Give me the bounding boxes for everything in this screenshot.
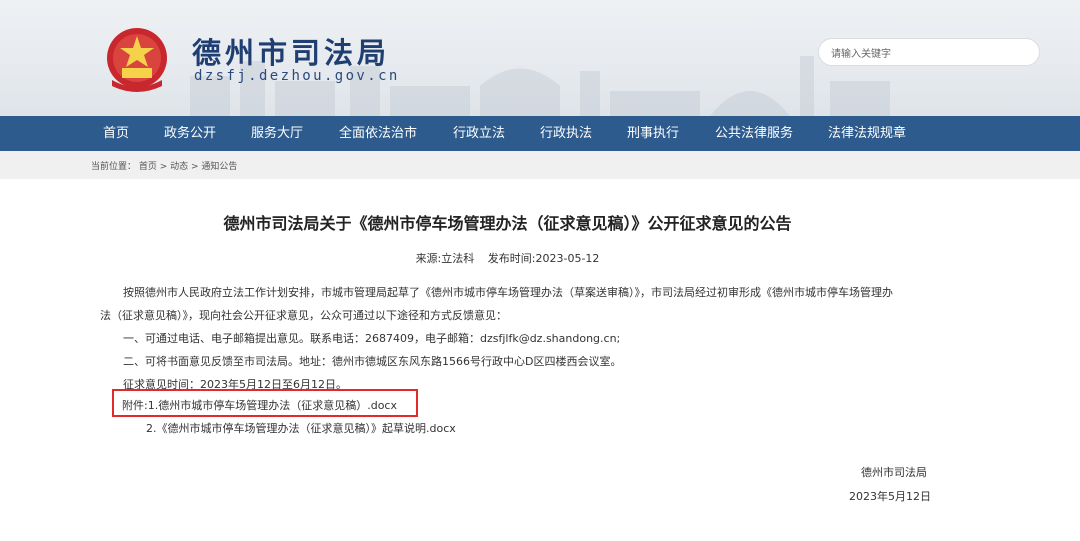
nav-item-legislation[interactable]: 行政立法 <box>453 116 505 151</box>
search-box[interactable]: 请输入关键字 <box>818 38 1040 66</box>
site-title: 德州市司法局 <box>192 36 391 70</box>
attachment-row-1: 附件:1.德州市城市停车场管理办法（征求意见稿）.docx <box>122 397 397 413</box>
breadcrumb[interactable]: 当前位置： 首页 > 动态 > 通知公告 <box>91 159 237 172</box>
site-domain: dzsfj.dezhou.gov.cn <box>194 68 400 84</box>
nav-item-service-hall[interactable]: 服务大厅 <box>251 116 303 151</box>
attachment-row-2: 2.《德州市城市停车场管理办法（征求意见稿）》起草说明.docx <box>146 420 456 436</box>
nav-item-criminal-execution[interactable]: 刑事执行 <box>627 116 679 151</box>
article-meta: 来源:立法科 发布时间:2023-05-12 <box>0 250 1015 266</box>
contact-method-2: 二、可将书面意见反馈至市司法局。地址：德州市德城区东风东路1566号行政中心D区… <box>123 355 622 368</box>
signature: 德州市司法局 <box>861 466 927 479</box>
nav-item-government-affairs[interactable]: 政务公开 <box>164 116 216 151</box>
attachment-link-1[interactable]: 1.德州市城市停车场管理办法（征求意见稿）.docx <box>148 399 397 412</box>
nav-item-rule-of-law[interactable]: 全面依法治市 <box>339 116 417 151</box>
paragraph-line-1: 按照德州市人民政府立法工作计划安排，市城市管理局起草了《德州市城市停车场管理办法… <box>123 286 893 299</box>
nav-item-home[interactable]: 首页 <box>103 116 129 151</box>
article-publish-time: 发布时间:2023-05-12 <box>487 252 600 265</box>
paragraph-line-2: 法（征求意见稿）》，现向社会公开征求意见，公众可通过以下途径和方式反馈意见： <box>100 309 507 322</box>
signature-date: 2023年5月12日 <box>849 490 931 503</box>
nav-item-law-enforcement[interactable]: 行政执法 <box>540 116 592 151</box>
attachment-link-2[interactable]: 2.《德州市城市停车场管理办法（征求意见稿）》起草说明.docx <box>146 422 456 435</box>
article-title: 德州市司法局关于《德州市停车场管理办法（征求意见稿）》公开征求意见的公告 <box>223 214 792 233</box>
nav-item-laws-regulations[interactable]: 法律法规规章 <box>828 116 906 151</box>
nav-item-legal-services[interactable]: 公共法律服务 <box>715 116 793 151</box>
site-header: 德州市司法局 dzsfj.dezhou.gov.cn 请输入关键字 <box>0 0 1080 116</box>
main-nav: 首页 政务公开 服务大厅 全面依法治市 行政立法 行政执法 刑事执行 公共法律服… <box>0 116 1080 151</box>
search-placeholder[interactable]: 请输入关键字 <box>831 45 891 60</box>
contact-method-1: 一、可通过电话、电子邮箱提出意见。联系电话：2687409，电子邮箱：dzsfj… <box>123 332 621 345</box>
attachment-label: 附件: <box>122 399 148 412</box>
court-emblem-logo <box>107 28 167 92</box>
article-source: 来源:立法科 <box>415 252 475 265</box>
breadcrumb-bar: 当前位置： 首页 > 动态 > 通知公告 <box>0 151 1080 179</box>
